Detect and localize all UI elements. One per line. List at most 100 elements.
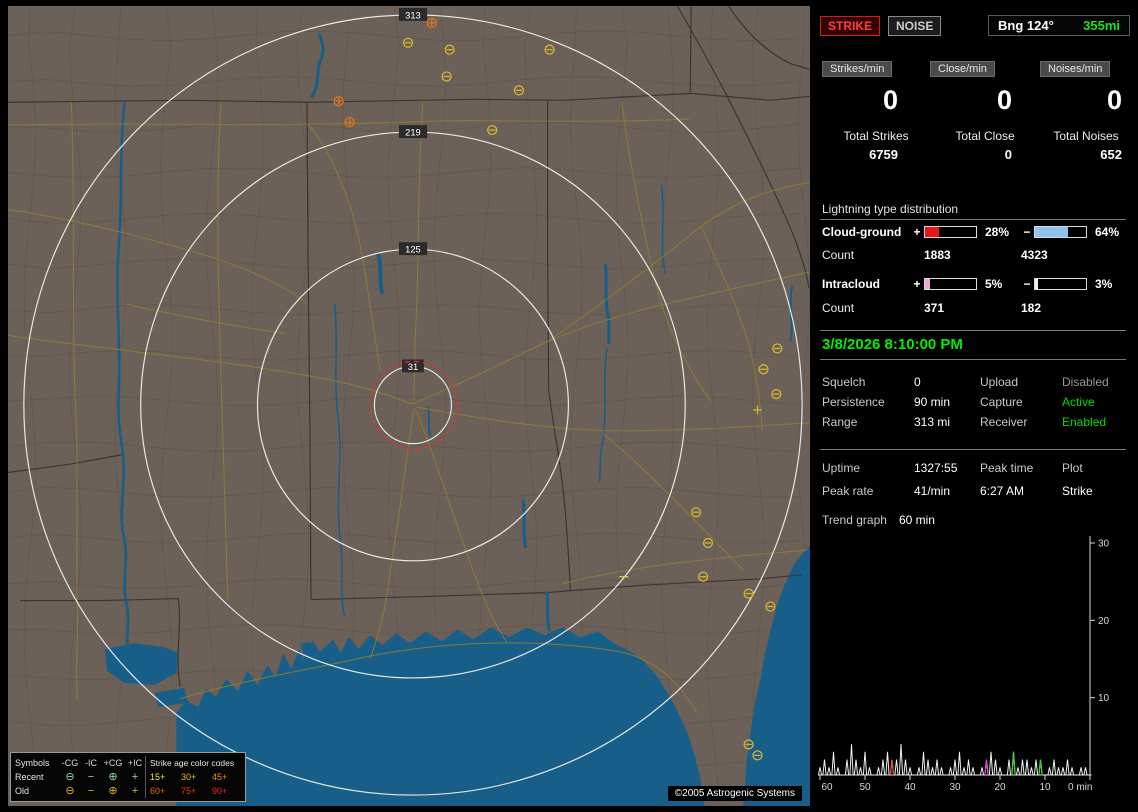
- legend-col-neg-cg: -CG: [59, 756, 81, 770]
- total-strikes-label: Total Strikes: [822, 129, 930, 143]
- total-labels: Total Strikes Total Close Total Noises: [818, 129, 1132, 143]
- ic-plus-count: 371: [924, 301, 1021, 315]
- receiver-status: Enabled: [1062, 415, 1132, 429]
- legend-symbols-header: Symbols: [15, 756, 59, 770]
- divider: [820, 330, 1126, 331]
- strike-toggle-button[interactable]: STRIKE: [820, 16, 880, 36]
- range-label: Range: [822, 415, 914, 429]
- cg-minus-pct: 64%: [1092, 225, 1130, 239]
- plot-value: Strike: [1062, 484, 1132, 498]
- minus-sign: −: [1020, 225, 1034, 239]
- squelch-value: 0: [914, 375, 980, 389]
- cg-minus-bar: [1034, 226, 1087, 238]
- receiver-label: Receiver: [980, 415, 1062, 429]
- noises-per-min-chip: Noises/min: [1040, 61, 1110, 77]
- age-code: 15+: [145, 770, 179, 784]
- count-label: Count: [822, 248, 924, 262]
- trend-highlight-spike: [890, 760, 893, 776]
- circle-plus-icon: ⊕: [101, 784, 125, 798]
- close-per-min-chip: Close/min: [930, 61, 995, 77]
- age-code: 90+: [210, 784, 241, 798]
- range-value: 313 mi: [914, 415, 980, 429]
- marker-circle-plus-icon: [427, 18, 436, 27]
- marker-circle-plus-icon: [345, 118, 354, 127]
- total-values: 6759 0 652: [818, 147, 1132, 162]
- peak-time-label: Peak time: [980, 461, 1062, 475]
- bearing-value: Bng 124°: [998, 18, 1054, 33]
- capture-status: Active: [1062, 395, 1132, 409]
- cloud-ground-row: Cloud-ground + 28% − 64%: [818, 225, 1132, 239]
- total-noises-value: 652: [1040, 147, 1132, 162]
- stats-sidebar: STRIKE NOISE Bng 124° 355mi Strikes/min …: [818, 0, 1132, 812]
- plus-icon: +: [125, 770, 145, 784]
- ic-plus-bar: [924, 278, 977, 290]
- trend-highlight-spike: [1012, 752, 1015, 775]
- legend-age-header: Strike age color codes: [145, 756, 241, 770]
- trend-y-tick-label: 10: [1098, 693, 1110, 704]
- peak-time-value: 6:27 AM: [980, 484, 1062, 498]
- total-strikes-value: 6759: [822, 147, 930, 162]
- minus-icon: −: [81, 770, 101, 784]
- marker-circle-plus-icon: [334, 97, 343, 106]
- trend-x-tick-label: 60: [821, 782, 833, 793]
- ic-minus-pct: 3%: [1092, 277, 1130, 291]
- cg-minus-bar-fill: [1035, 227, 1068, 237]
- plot-label: Plot: [1062, 461, 1132, 475]
- range-ring-label: 125: [405, 244, 421, 255]
- copyright-notice: ©2005 Astrogenic Systems: [668, 786, 802, 801]
- status-table: Uptime 1327:55 Peak time Plot Peak rate …: [818, 461, 1132, 498]
- divider: [820, 359, 1126, 360]
- peak-rate-value: 41/min: [914, 484, 980, 498]
- divider: [820, 449, 1126, 450]
- noises-per-min-value: 0: [1040, 85, 1132, 115]
- trend-y-tick-label: 30: [1098, 539, 1110, 550]
- trend-x-tick-label: 50: [859, 782, 871, 793]
- legend-row-old: Old: [15, 784, 59, 798]
- ic-minus-bar: [1034, 278, 1087, 290]
- count-label: Count: [822, 301, 924, 315]
- symbol-legend: Symbols -CG -IC +CG +IC Strike age color…: [10, 752, 246, 802]
- total-close-value: 0: [930, 147, 1040, 162]
- lightning-map[interactable]: 31321912531 Symbols -CG -IC +CG +IC Stri…: [8, 6, 810, 806]
- upload-status: Disabled: [1062, 375, 1132, 389]
- total-close-label: Total Close: [930, 129, 1040, 143]
- trend-highlight-spike: [985, 760, 988, 776]
- trend-x-tick-label: 30: [949, 782, 961, 793]
- intracloud-row: Intracloud + 5% − 3%: [818, 277, 1132, 291]
- cg-plus-bar-fill: [925, 227, 939, 237]
- age-code: 45+: [210, 770, 241, 784]
- plus-sign: +: [910, 225, 924, 239]
- legend-col-pos-cg: +CG: [101, 756, 125, 770]
- persistence-value: 90 min: [914, 395, 980, 409]
- trend-x-tick-label: 20: [994, 782, 1006, 793]
- trend-graph-header: Trend graph 60 min: [818, 513, 1132, 527]
- circle-minus-icon: ⊖: [59, 770, 81, 784]
- age-code: 75+: [179, 784, 210, 798]
- legend-row-recent: Recent: [15, 770, 59, 784]
- toolbar: STRIKE NOISE Bng 124° 355mi: [818, 15, 1132, 36]
- range-ring-label: 219: [405, 127, 421, 138]
- range-ring-label: 313: [405, 9, 421, 20]
- plus-sign: +: [910, 277, 924, 291]
- peak-rate-label: Peak rate: [822, 484, 914, 498]
- plus-icon: +: [125, 784, 145, 798]
- uptime-label: Uptime: [822, 461, 914, 475]
- date-time-display: 3/8/2026 8:10:00 PM: [818, 336, 1132, 353]
- age-code: 60+: [145, 784, 179, 798]
- legend-col-pos-ic: +IC: [125, 756, 145, 770]
- distribution-title: Lightning type distribution: [818, 202, 1132, 216]
- trend-graph: 1020306050403020100 min: [818, 528, 1134, 810]
- settings-table: Squelch 0 Upload Disabled Persistence 90…: [818, 375, 1132, 429]
- trend-x-tick-label: 0 min: [1068, 782, 1092, 793]
- minus-icon: −: [81, 784, 101, 798]
- ic-minus-count: 182: [1021, 301, 1041, 315]
- cloud-ground-label: Cloud-ground: [822, 225, 910, 239]
- minus-sign: −: [1020, 277, 1034, 291]
- trend-y-tick-label: 20: [1098, 616, 1110, 627]
- persistence-label: Persistence: [822, 395, 914, 409]
- cloud-ground-counts: Count 1883 4323: [818, 248, 1132, 262]
- squelch-label: Squelch: [822, 375, 914, 389]
- noise-toggle-button[interactable]: NOISE: [888, 16, 941, 36]
- close-per-min-value: 0: [930, 85, 1040, 115]
- intracloud-counts: Count 371 182: [818, 301, 1132, 315]
